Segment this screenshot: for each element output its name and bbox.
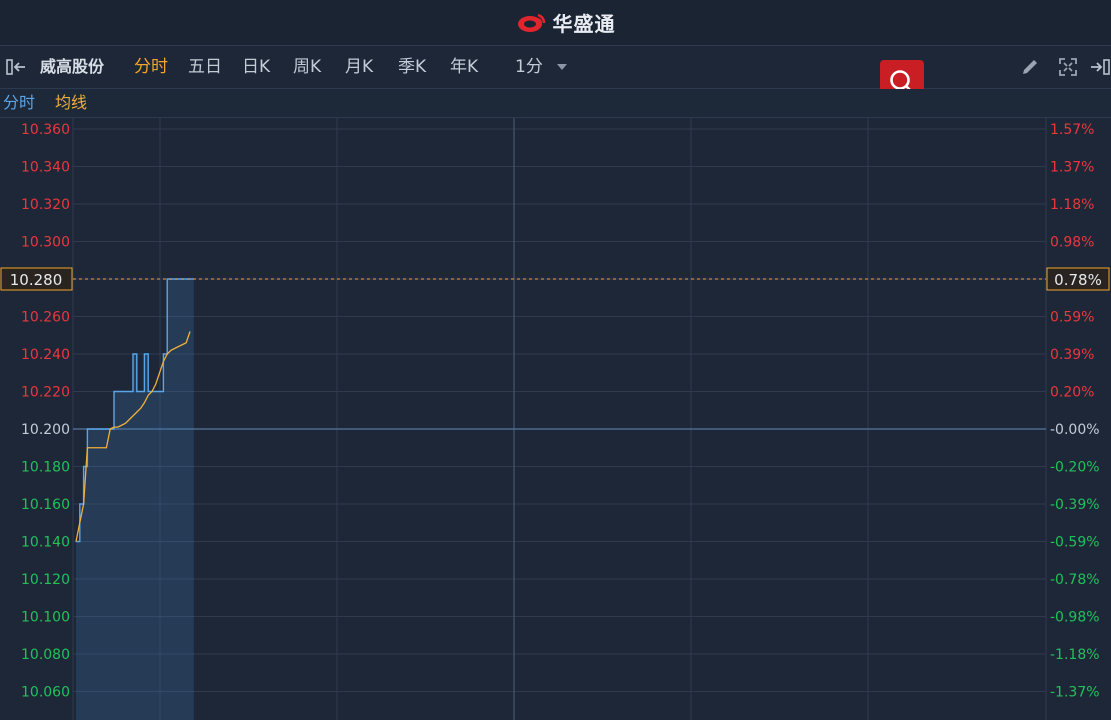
y-left-tick-label: 10.060 [21,685,70,701]
y-right-tick-label: -0.78% [1050,572,1100,588]
y-right-tick-label: 0.39% [1050,347,1094,363]
intraday-chart: 10.360 10.340 10.320 10.300 10.260 10.240 10.2… [0,118,1110,720]
y-right-tick-label: 0.98% [1050,235,1094,251]
y-right-tick-label: -0.39% [1050,497,1100,513]
current-change-label: 0.78% [1054,271,1102,289]
y-left-tick-label: 10.080 [21,647,70,663]
y-left-tick-label: 10.140 [21,535,70,551]
price-area-fill [76,279,194,720]
y-left-tick-label: 10.220 [21,385,70,401]
y-left-tick-label: 10.200 [21,422,70,438]
y-right-tick-label: 0.59% [1050,310,1094,326]
y-right-tick-label: -0.98% [1050,610,1100,626]
y-right-tick-label: 1.57% [1050,122,1094,138]
y-left-tick-label: 10.340 [21,160,70,176]
y-right-tick-label: 1.18% [1050,197,1094,213]
y-right-tick-label: -0.20% [1050,460,1100,476]
y-left-tick-label: 10.240 [21,347,70,363]
y-left-tick-label: 10.300 [21,235,70,251]
y-left-tick-label: 10.100 [21,610,70,626]
y-right-tick-label: 1.37% [1050,160,1094,176]
y-right-tick-label: -1.18% [1050,647,1100,663]
y-left-tick-label: 10.260 [21,310,70,326]
y-left-tick-label: 10.160 [21,497,70,513]
y-right-tick-label: 0.20% [1050,385,1094,401]
y-left-tick-label: 10.120 [21,572,70,588]
y-right-tick-label: -1.37% [1050,685,1100,701]
y-left-tick-label: 10.360 [21,122,70,138]
y-right-tick-label: -0.59% [1050,535,1100,551]
current-price-label: 10.280 [10,271,63,289]
y-left-tick-label: 10.320 [21,197,70,213]
y-left-tick-label: 10.180 [21,460,70,476]
y-right-tick-label: -0.00% [1050,422,1100,438]
